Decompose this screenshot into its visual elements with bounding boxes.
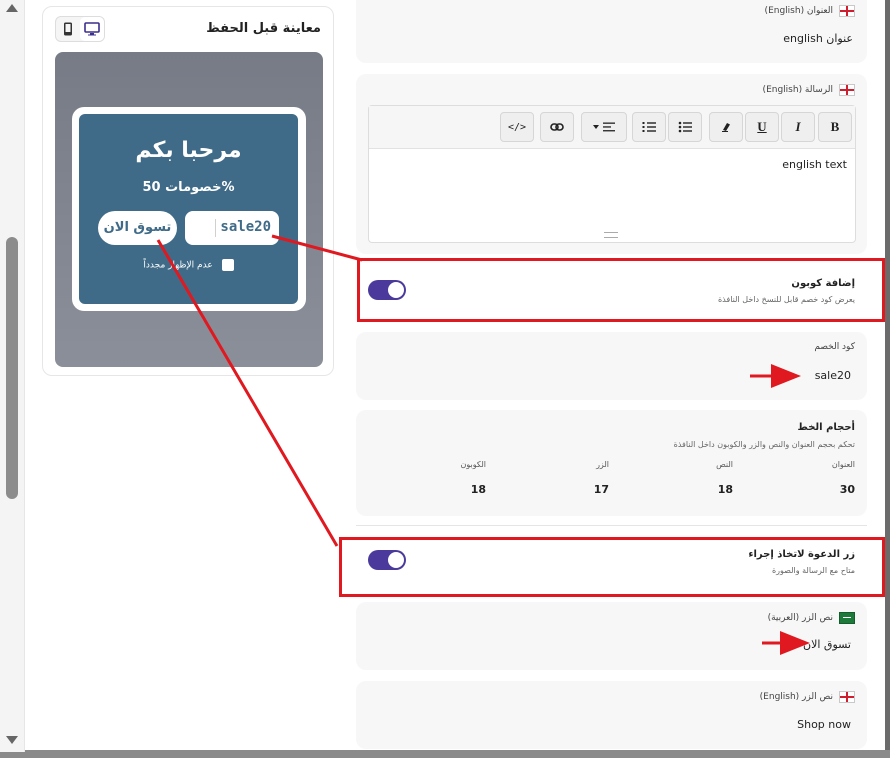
uk-flag-icon [839, 691, 855, 703]
popup-title: مرحبا بكم [135, 138, 242, 163]
sa-flag-icon [839, 612, 855, 624]
scrollbar-thumb[interactable] [6, 237, 18, 499]
dont-show-checkbox[interactable] [221, 259, 234, 271]
resize-grip-icon[interactable] [604, 232, 618, 238]
title-en-label: العنوان (English) [765, 5, 855, 17]
size-col-text: النص 18 [716, 460, 733, 496]
size-col-coupon: الكوبون 18 [460, 460, 486, 496]
link-icon [550, 123, 564, 131]
scroll-down-icon[interactable] [6, 736, 18, 744]
button-text-en-input[interactable]: Shop now [797, 718, 851, 731]
desktop-icon [84, 22, 100, 36]
size-input-text[interactable]: 18 [716, 483, 733, 496]
dont-show-again[interactable]: عدم الإظهار مجدداً [79, 259, 298, 271]
message-en-label: الرسالة (English) [763, 84, 855, 96]
mobile-view-button[interactable] [56, 17, 80, 41]
mobile-icon [64, 22, 72, 36]
editor-toolbar: B I U </> [369, 106, 855, 149]
message-en-card: الرسالة (English) B I U </> english text [356, 74, 867, 254]
coupon-code-label: كود الخصم [814, 342, 855, 352]
numbered-list-icon [642, 122, 656, 132]
font-sizes-subtitle: تحكم بحجم العنوان والنص والزر والكوبون د… [673, 440, 855, 449]
title-en-card: العنوان (English) عنوان english [356, 0, 867, 63]
bold-button[interactable]: B [818, 112, 852, 142]
background-strip-bottom [0, 750, 890, 758]
size-col-title: العنوان 30 [831, 460, 855, 496]
coupon-code-input[interactable]: sale20 [815, 369, 851, 382]
button-text-en-label: نص الزر (English) [760, 691, 855, 703]
eraser-icon [722, 123, 730, 132]
font-sizes-card: أحجام الخط تحكم بحجم العنوان والنص والزر… [356, 410, 867, 516]
popup-preview: مرحبا بكم خصومات 50% sale20 تسوق الان عد… [79, 114, 298, 304]
bullet-list-icon [678, 121, 692, 133]
annotation-box-coupon [357, 258, 885, 322]
popup-message: خصومات 50% [142, 180, 235, 195]
popup-coupon[interactable]: sale20 [185, 211, 279, 245]
popup-coupon-code: sale20 [220, 219, 271, 235]
font-sizes-title: أحجام الخط [797, 422, 855, 433]
size-input-coupon[interactable]: 18 [461, 483, 486, 496]
popup-cta-button[interactable]: تسوق الان [98, 211, 177, 245]
editor-content[interactable]: english text [782, 158, 847, 171]
section-divider [356, 525, 867, 526]
title-en-input[interactable]: عنوان english [783, 32, 853, 45]
dont-show-label: عدم الإظهار مجدداً [143, 260, 213, 271]
align-icon [593, 122, 615, 132]
italic-button[interactable]: I [781, 112, 815, 142]
underline-button[interactable]: U [745, 112, 779, 142]
background-strip [885, 0, 890, 758]
size-input-title[interactable]: 30 [832, 483, 855, 496]
align-dropdown-button[interactable] [581, 112, 627, 142]
scroll-up-icon[interactable] [6, 4, 18, 12]
preview-canvas: مرحبا بكم خصومات 50% sale20 تسوق الان عد… [55, 52, 323, 367]
annotation-box-cta [339, 537, 885, 597]
vertical-scrollbar[interactable] [0, 0, 25, 752]
uk-flag-icon [839, 84, 855, 96]
desktop-view-button[interactable] [80, 17, 104, 41]
rich-text-editor[interactable]: B I U </> english text [368, 105, 856, 243]
coupon-separator [215, 219, 216, 237]
coupon-code-card: كود الخصم sale20 [356, 332, 867, 400]
button-text-ar-card: نص الزر (العربية) تسوق الان [356, 602, 867, 670]
popup-frame: مرحبا بكم خصومات 50% sale20 تسوق الان عد… [72, 107, 306, 311]
numbered-list-button[interactable] [632, 112, 666, 142]
link-button[interactable] [540, 112, 574, 142]
code-button[interactable]: </> [500, 112, 534, 142]
bullet-list-button[interactable] [668, 112, 702, 142]
clear-format-button[interactable] [709, 112, 743, 142]
preview-title: معاينة قبل الحفظ [206, 21, 321, 36]
button-text-ar-label: نص الزر (العربية) [768, 612, 855, 624]
preview-panel: معاينة قبل الحفظ مرحبا بكم خصومات 50% sa… [42, 6, 334, 376]
size-input-button[interactable]: 17 [594, 483, 609, 496]
button-text-ar-input[interactable]: تسوق الان [803, 638, 851, 651]
uk-flag-icon [839, 5, 855, 17]
button-text-en-card: نص الزر (English) Shop now [356, 681, 867, 749]
size-col-button: الزر 17 [593, 460, 609, 496]
device-toggle [55, 16, 105, 42]
